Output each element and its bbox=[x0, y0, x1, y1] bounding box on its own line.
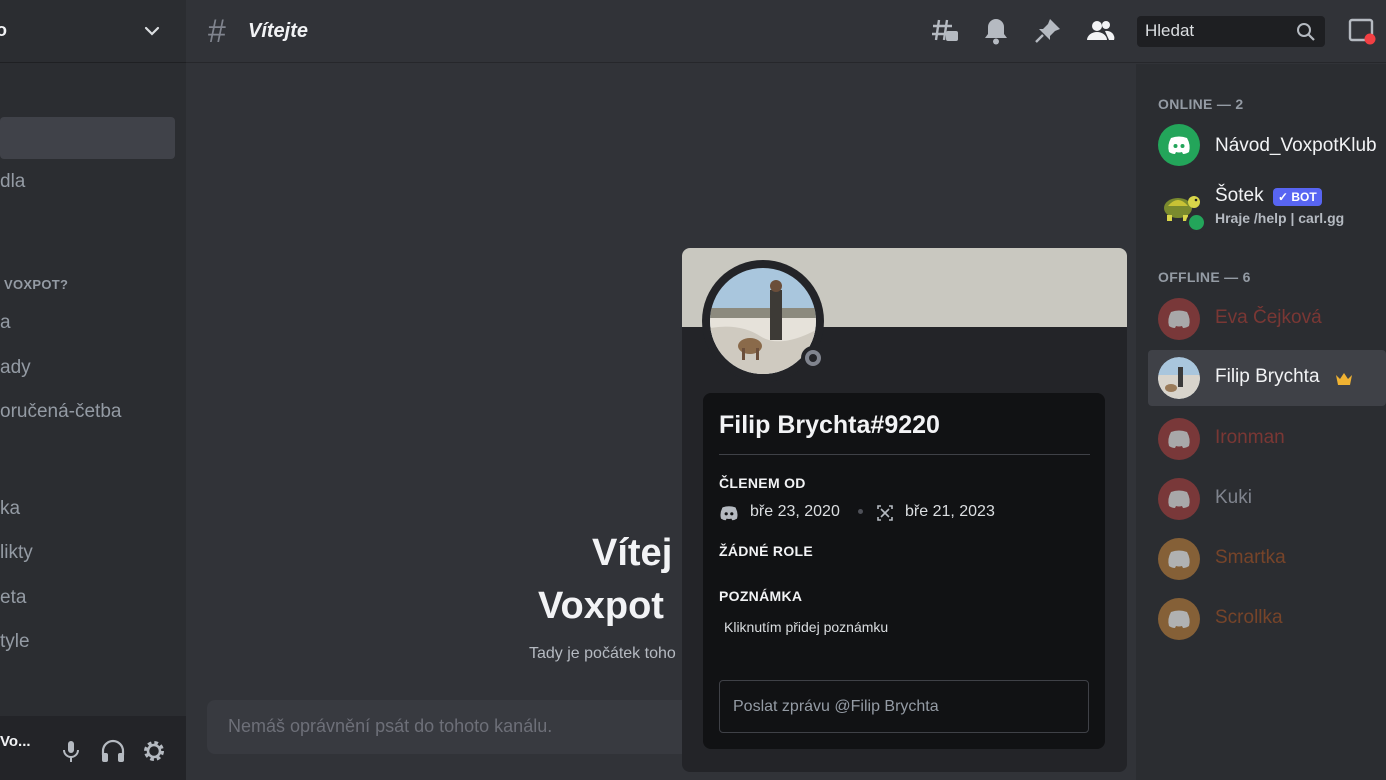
direct-message-placeholder: Poslat zprávu @Filip Brychta bbox=[733, 698, 939, 715]
server-name[interactable]: o bbox=[0, 20, 7, 41]
channel-item[interactable]: oručená-četba bbox=[0, 401, 121, 423]
inbox-icon[interactable] bbox=[1347, 16, 1377, 46]
profile-body: Filip Brychta#9220 ČLENEM OD bře 23, 202… bbox=[703, 393, 1105, 749]
discord-join-date: bře 23, 2020 bbox=[750, 503, 840, 520]
avatar bbox=[1158, 538, 1200, 580]
avatar bbox=[1158, 598, 1200, 640]
status-dot-hole bbox=[809, 354, 817, 362]
channel-category[interactable]: VOXPOT? bbox=[4, 277, 68, 292]
discord-logo-icon bbox=[720, 506, 738, 521]
threads-icon[interactable] bbox=[930, 16, 960, 46]
member-item-selected[interactable]: Filip Brychta bbox=[1148, 350, 1386, 406]
member-name: Šotek bbox=[1215, 185, 1264, 206]
server-icon bbox=[877, 505, 893, 521]
discord-logo-icon bbox=[1168, 136, 1190, 154]
discord-logo-icon bbox=[1168, 490, 1190, 508]
member-name: Ironman bbox=[1215, 427, 1285, 448]
separator-dot bbox=[858, 509, 863, 514]
avatar bbox=[1158, 357, 1200, 399]
direct-message-input[interactable]: Poslat zprávu @Filip Brychta bbox=[719, 680, 1089, 733]
member-activity: Hraje /help | carl.gg bbox=[1215, 210, 1345, 226]
search-input[interactable]: Hledat bbox=[1137, 16, 1325, 47]
channel-item[interactable]: ady bbox=[0, 357, 31, 379]
gear-icon[interactable] bbox=[141, 738, 167, 764]
search-icon bbox=[1297, 23, 1315, 41]
member-name: Návod_VoxpotKlub bbox=[1215, 135, 1377, 156]
status-online-indicator bbox=[1186, 212, 1207, 233]
profile-avatar-frame bbox=[702, 260, 825, 382]
roles-header: ŽÁDNÉ ROLE bbox=[719, 543, 813, 559]
member-list-icon[interactable] bbox=[1085, 16, 1115, 46]
channel-title: Vítejte bbox=[248, 20, 309, 42]
note-input[interactable]: Kliknutím přidej poznámku bbox=[724, 619, 888, 635]
member-item[interactable]: Ironman bbox=[1148, 410, 1386, 466]
user-panel-name[interactable]: Vo... bbox=[0, 733, 31, 750]
divider bbox=[719, 454, 1090, 455]
channel-item[interactable]: likty bbox=[0, 542, 33, 564]
channel-item[interactable]: a bbox=[0, 312, 11, 334]
avatar bbox=[1158, 478, 1200, 520]
member-name: Scrollka bbox=[1215, 607, 1283, 628]
member-item[interactable]: Šotek ✓ BOT Hraje /help | carl.gg bbox=[1148, 176, 1386, 236]
message-input[interactable]: Nemáš oprávnění psát do tohoto kanálu. bbox=[207, 700, 727, 754]
discord-logo-icon bbox=[1168, 610, 1190, 628]
member-category-offline: OFFLINE — 6 bbox=[1158, 269, 1251, 285]
crown-icon bbox=[1336, 373, 1352, 385]
search-placeholder: Hledat bbox=[1145, 21, 1195, 40]
status-offline-indicator bbox=[801, 346, 825, 370]
member-item[interactable]: Scrollka bbox=[1148, 590, 1386, 646]
welcome-server-name: Voxpot bbox=[538, 585, 664, 627]
channel-item[interactable]: tyle bbox=[0, 631, 30, 653]
user-profile-popout: Filip Brychta#9220 ČLENEM OD bře 23, 202… bbox=[682, 248, 1127, 772]
avatar bbox=[1158, 298, 1200, 340]
welcome-subtitle: Tady je počátek toho bbox=[529, 645, 676, 662]
member-item[interactable]: Návod_VoxpotKlub bbox=[1148, 118, 1386, 174]
member-name: Eva Čejková bbox=[1215, 307, 1322, 328]
member-name: Kuki bbox=[1215, 487, 1252, 508]
welcome-title: Vítej bbox=[592, 532, 673, 574]
discord-logo-icon bbox=[1168, 430, 1190, 448]
member-since-header: ČLENEM OD bbox=[719, 475, 806, 491]
member-name: Smartka bbox=[1215, 547, 1286, 568]
headphones-icon[interactable] bbox=[100, 738, 126, 764]
discord-logo-icon bbox=[1168, 310, 1190, 328]
bell-icon[interactable] bbox=[981, 16, 1011, 46]
channel-item-selected[interactable] bbox=[0, 117, 175, 159]
profile-username[interactable]: Filip Brychta#9220 bbox=[719, 411, 940, 440]
member-item[interactable]: Kuki bbox=[1148, 470, 1386, 526]
note-header: POZNÁMKA bbox=[719, 588, 803, 604]
channel-item[interactable]: ka bbox=[0, 498, 20, 520]
hashtag-icon: # bbox=[208, 13, 226, 49]
chevron-down-icon[interactable] bbox=[143, 22, 161, 40]
channel-item[interactable]: eta bbox=[0, 587, 26, 609]
server-join-date: bře 21, 2023 bbox=[905, 503, 995, 520]
member-name: Filip Brychta bbox=[1215, 366, 1320, 387]
microphone-icon[interactable] bbox=[58, 738, 84, 764]
avatar bbox=[1158, 418, 1200, 460]
bot-badge: ✓ BOT bbox=[1273, 188, 1322, 206]
channel-item[interactable]: dla bbox=[0, 171, 25, 193]
discord-logo-icon bbox=[1168, 550, 1190, 568]
member-item[interactable]: Eva Čejková bbox=[1148, 290, 1386, 346]
pin-icon[interactable] bbox=[1033, 16, 1063, 46]
member-category-online: ONLINE — 2 bbox=[1158, 96, 1244, 112]
avatar bbox=[1158, 124, 1200, 166]
member-item[interactable]: Smartka bbox=[1148, 530, 1386, 586]
message-input-placeholder: Nemáš oprávnění psát do tohoto kanálu. bbox=[228, 716, 553, 736]
